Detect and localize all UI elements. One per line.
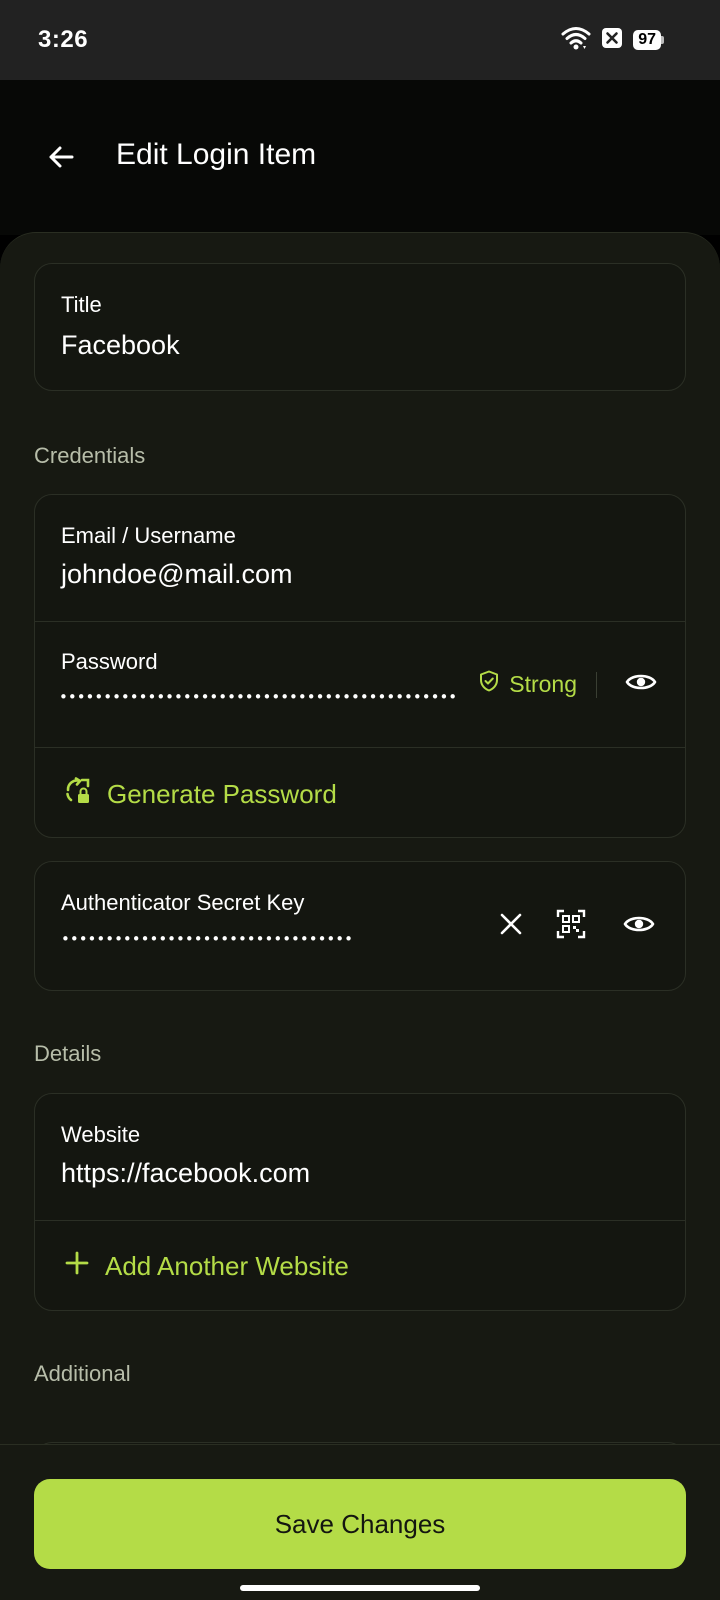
form-sheet: Title Facebook Credentials Email / Usern… [0,232,720,1600]
title-field[interactable]: Title Facebook [35,264,685,390]
password-label: Password [61,649,158,674]
additional-section-label: Additional [34,1361,131,1386]
generate-password-label: Generate Password [107,779,337,809]
title-card: Title Facebook [34,263,686,391]
website-field[interactable]: Website https://facebook.com [35,1094,685,1220]
eye-icon [625,671,657,698]
website-value: https://facebook.com [61,1158,311,1188]
home-indicator[interactable] [240,1585,480,1591]
strength-label: Strong [509,670,577,697]
password-value: ••••••••••••••••••••••••••••••••••••••••… [59,688,459,706]
add-website-row[interactable]: Add Another Website [35,1220,685,1310]
authenticator-label: Authenticator Secret Key [61,890,305,915]
details-card: Website https://facebook.com Add Another… [34,1093,686,1311]
strength-divider [595,672,597,698]
generate-password-button[interactable]: Generate Password [63,776,337,813]
plus-icon [63,1249,91,1284]
toggle-password-visibility-button[interactable] [617,660,665,708]
close-box-icon [601,27,623,54]
details-section-label: Details [34,1041,102,1066]
password-field[interactable]: Password •••••••••••••••••••••••••••••••… [35,621,685,747]
save-changes-button[interactable]: Save Changes [34,1479,686,1569]
clear-secret-button[interactable] [487,902,535,950]
authenticator-card: Authenticator Secret Key •••••••••••••••… [34,861,686,991]
lock-reset-icon [63,776,93,813]
eye-icon [623,913,655,940]
arrow-left-icon [46,142,76,177]
status-icons: 97 [561,25,664,56]
app-bar: Edit Login Item [0,80,720,235]
qr-scan-icon [556,909,586,944]
authenticator-value: •••••••••••••••••••••••••••••••••• [61,930,351,948]
title-label: Title [61,292,102,317]
battery-level: 97 [633,30,661,50]
wifi-icon [561,25,591,56]
close-icon [500,913,522,940]
status-bar: 3:26 97 [0,0,720,80]
battery-icon: 97 [633,30,664,50]
username-label: Email / Username [61,523,236,548]
status-time: 3:26 [38,26,89,53]
bottom-bar: Save Changes [0,1444,720,1600]
password-strength: Strong [479,670,577,698]
username-value: johndoe@mail.com [61,559,293,589]
back-button[interactable] [36,134,86,184]
website-label: Website [61,1122,141,1147]
username-field[interactable]: Email / Username johndoe@mail.com [35,495,685,621]
shield-check-icon [479,670,499,698]
scan-qr-button[interactable] [547,902,595,950]
credentials-section-label: Credentials [34,443,146,468]
toggle-secret-visibility-button[interactable] [615,902,663,950]
add-website-label: Add Another Website [105,1251,349,1281]
authenticator-field[interactable]: Authenticator Secret Key •••••••••••••••… [35,862,685,990]
generate-password-row[interactable]: Generate Password [35,747,685,837]
page-title: Edit Login Item [116,138,317,171]
credentials-card: Email / Username johndoe@mail.com Passwo… [34,494,686,838]
add-website-button[interactable]: Add Another Website [63,1249,349,1284]
title-value: Facebook [61,330,180,360]
